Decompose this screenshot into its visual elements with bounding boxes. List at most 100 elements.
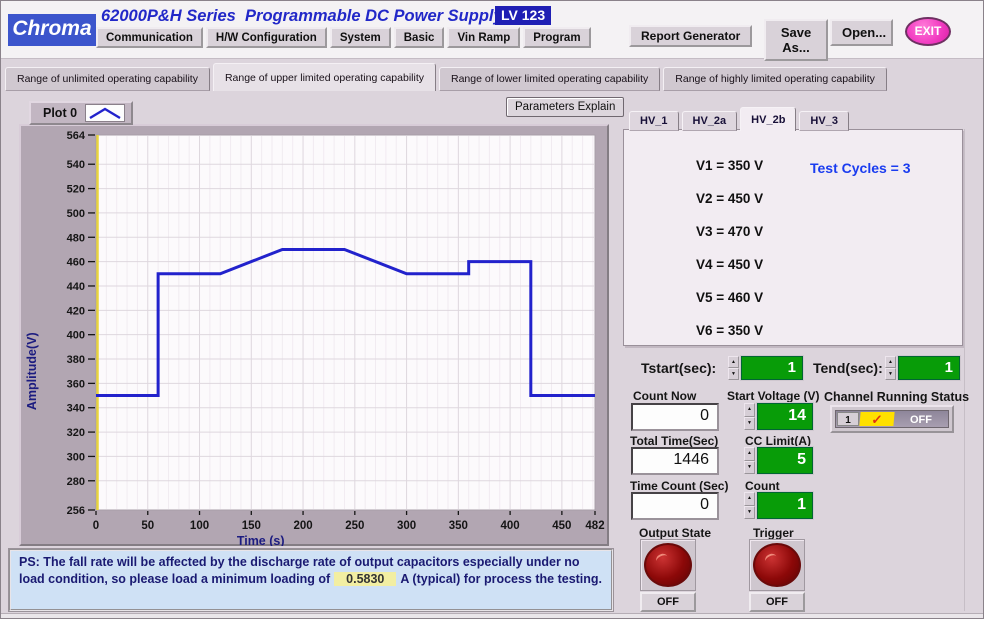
spinner-down-icon[interactable]: ▼ bbox=[744, 417, 755, 431]
svg-text:420: 420 bbox=[67, 305, 85, 317]
svg-text:320: 320 bbox=[67, 427, 85, 439]
svg-text:500: 500 bbox=[67, 208, 85, 220]
channel-running-status-label: Channel Running Status bbox=[824, 390, 969, 404]
tab-hv-1[interactable]: HV_1 bbox=[629, 111, 679, 131]
hv-value-5: V5 = 460 V bbox=[696, 290, 763, 305]
spinner-up-icon[interactable]: ▲ bbox=[744, 447, 755, 461]
svg-text:300: 300 bbox=[67, 451, 85, 463]
window-bottom-edge bbox=[1, 613, 984, 619]
open-button[interactable]: Open... bbox=[830, 19, 893, 46]
svg-text:350: 350 bbox=[449, 520, 468, 532]
count-label: Count bbox=[745, 479, 780, 493]
start-voltage-control: ▲▼ 14 bbox=[744, 403, 813, 430]
cc-limit-field[interactable]: 5 bbox=[757, 447, 813, 474]
plot-panel: 5645405205004804604404204003803603403203… bbox=[19, 124, 609, 546]
output-state-label: Output State bbox=[639, 526, 711, 540]
tend-spinner[interactable]: ▲▼ bbox=[885, 356, 896, 380]
start-voltage-label: Start Voltage (V) bbox=[727, 389, 819, 403]
tab-range-of-lower-limited-operating-capability[interactable]: Range of lower limited operating capabil… bbox=[439, 67, 660, 91]
exit-button[interactable]: EXIT bbox=[905, 17, 951, 46]
svg-text:Time (s): Time (s) bbox=[237, 534, 285, 546]
tab-hv-2b[interactable]: HV_2b bbox=[740, 107, 796, 131]
tend-control: ▲▼ 1 bbox=[885, 356, 960, 380]
note-highlight-value: 0.5830 bbox=[334, 572, 396, 586]
start-voltage-spinner[interactable]: ▲▼ bbox=[744, 403, 755, 430]
check-icon: ✓ bbox=[859, 412, 894, 426]
output-state-off-button[interactable]: OFF bbox=[640, 592, 696, 612]
tstart-spinner[interactable]: ▲▼ bbox=[728, 356, 739, 380]
svg-text:250: 250 bbox=[345, 520, 364, 532]
svg-text:50: 50 bbox=[141, 520, 154, 532]
lv-version-badge: LV 123 bbox=[495, 6, 551, 25]
cc-limit-spinner[interactable]: ▲▼ bbox=[744, 447, 755, 474]
trigger-control: OFF bbox=[749, 539, 805, 612]
time-count-label: Time Count (Sec) bbox=[630, 479, 728, 493]
report-generator-button[interactable]: Report Generator bbox=[629, 25, 752, 47]
menu-button-system[interactable]: System bbox=[330, 27, 391, 48]
trigger-knob-icon[interactable] bbox=[753, 543, 801, 587]
cc-limit-control: ▲▼ 5 bbox=[744, 447, 813, 474]
tab-hv-3[interactable]: HV_3 bbox=[799, 111, 849, 131]
svg-text:520: 520 bbox=[67, 184, 85, 196]
count-field[interactable]: 1 bbox=[757, 492, 813, 519]
tend-field[interactable]: 1 bbox=[898, 356, 960, 380]
hv-panel-body: V1 = 350 VV2 = 450 VV3 = 470 VV4 = 450 V… bbox=[623, 129, 963, 346]
tend-label: Tend(sec): bbox=[813, 360, 883, 376]
trigger-off-button[interactable]: OFF bbox=[749, 592, 805, 612]
plot-legend[interactable]: Plot 0 bbox=[29, 101, 133, 125]
menu-button-program[interactable]: Program bbox=[523, 27, 590, 48]
spinner-up-icon[interactable]: ▲ bbox=[744, 403, 755, 417]
count-now-field[interactable]: 0 bbox=[631, 403, 719, 431]
tab-range-of-upper-limited-operating-capability[interactable]: Range of upper limited operating capabil… bbox=[213, 63, 436, 91]
spinner-up-icon[interactable]: ▲ bbox=[744, 492, 755, 506]
output-state-control: OFF bbox=[640, 539, 696, 612]
svg-text:300: 300 bbox=[397, 520, 416, 532]
menu-button-h-w-configuration[interactable]: H/W Configuration bbox=[206, 27, 327, 48]
parameters-explain-button[interactable]: Parameters Explain bbox=[506, 97, 624, 117]
svg-text:400: 400 bbox=[501, 520, 520, 532]
total-time-label: Total Time(Sec) bbox=[630, 434, 718, 448]
svg-text:360: 360 bbox=[67, 378, 85, 390]
hv-value-6: V6 = 350 V bbox=[696, 323, 763, 338]
output-state-knob-icon[interactable] bbox=[644, 543, 692, 587]
start-voltage-field[interactable]: 14 bbox=[757, 403, 813, 430]
time-count-field[interactable]: 0 bbox=[631, 492, 719, 520]
waveform-chart: 5645405205004804604404204003803603403203… bbox=[21, 126, 609, 546]
svg-text:460: 460 bbox=[67, 257, 85, 269]
output-state-knob-face bbox=[640, 539, 696, 591]
spinner-down-icon[interactable]: ▼ bbox=[885, 368, 896, 380]
spinner-down-icon[interactable]: ▼ bbox=[744, 506, 755, 520]
menu-button-basic[interactable]: Basic bbox=[394, 27, 445, 48]
header: Chroma 62000P&H Series Programmable DC P… bbox=[1, 1, 984, 59]
count-spinner[interactable]: ▲▼ bbox=[744, 492, 755, 519]
svg-text:482: 482 bbox=[585, 520, 604, 532]
tstart-control: ▲▼ 1 bbox=[728, 356, 803, 380]
spinner-up-icon[interactable]: ▲ bbox=[728, 356, 739, 368]
tstart-field[interactable]: 1 bbox=[741, 356, 803, 380]
svg-text:440: 440 bbox=[67, 281, 85, 293]
app-window: Chroma 62000P&H Series Programmable DC P… bbox=[0, 0, 984, 619]
hv-value-4: V4 = 450 V bbox=[696, 257, 763, 272]
spinner-down-icon[interactable]: ▼ bbox=[728, 368, 739, 380]
svg-text:450: 450 bbox=[552, 520, 571, 532]
tab-hv-2a[interactable]: HV_2a bbox=[682, 111, 738, 131]
channel-status-bar: 1 ✓ OFF bbox=[835, 410, 949, 428]
cc-limit-label: CC Limit(A) bbox=[745, 434, 811, 448]
trigger-label: Trigger bbox=[753, 526, 794, 540]
svg-text:280: 280 bbox=[67, 476, 85, 488]
svg-text:400: 400 bbox=[67, 330, 85, 342]
tab-range-of-highly-limited-operating-capability[interactable]: Range of highly limited operating capabi… bbox=[663, 67, 887, 91]
save-as-button[interactable]: Save As... bbox=[764, 19, 828, 61]
svg-text:540: 540 bbox=[67, 159, 85, 171]
total-time-field[interactable]: 1446 bbox=[631, 447, 719, 475]
channel-running-status-control[interactable]: 1 ✓ OFF bbox=[830, 405, 954, 433]
menu-button-vin-ramp[interactable]: Vin Ramp bbox=[447, 27, 520, 48]
plot-line-icon bbox=[85, 104, 125, 122]
count-now-label: Count Now bbox=[633, 389, 696, 403]
hv-values: V1 = 350 VV2 = 450 VV3 = 470 VV4 = 450 V… bbox=[696, 158, 763, 356]
tab-range-of-unlimited-operating-capability[interactable]: Range of unlimited operating capability bbox=[5, 67, 210, 91]
spinner-up-icon[interactable]: ▲ bbox=[885, 356, 896, 368]
test-cycles-label: Test Cycles = 3 bbox=[810, 160, 911, 176]
menu-button-communication[interactable]: Communication bbox=[96, 27, 203, 48]
spinner-down-icon[interactable]: ▼ bbox=[744, 461, 755, 475]
